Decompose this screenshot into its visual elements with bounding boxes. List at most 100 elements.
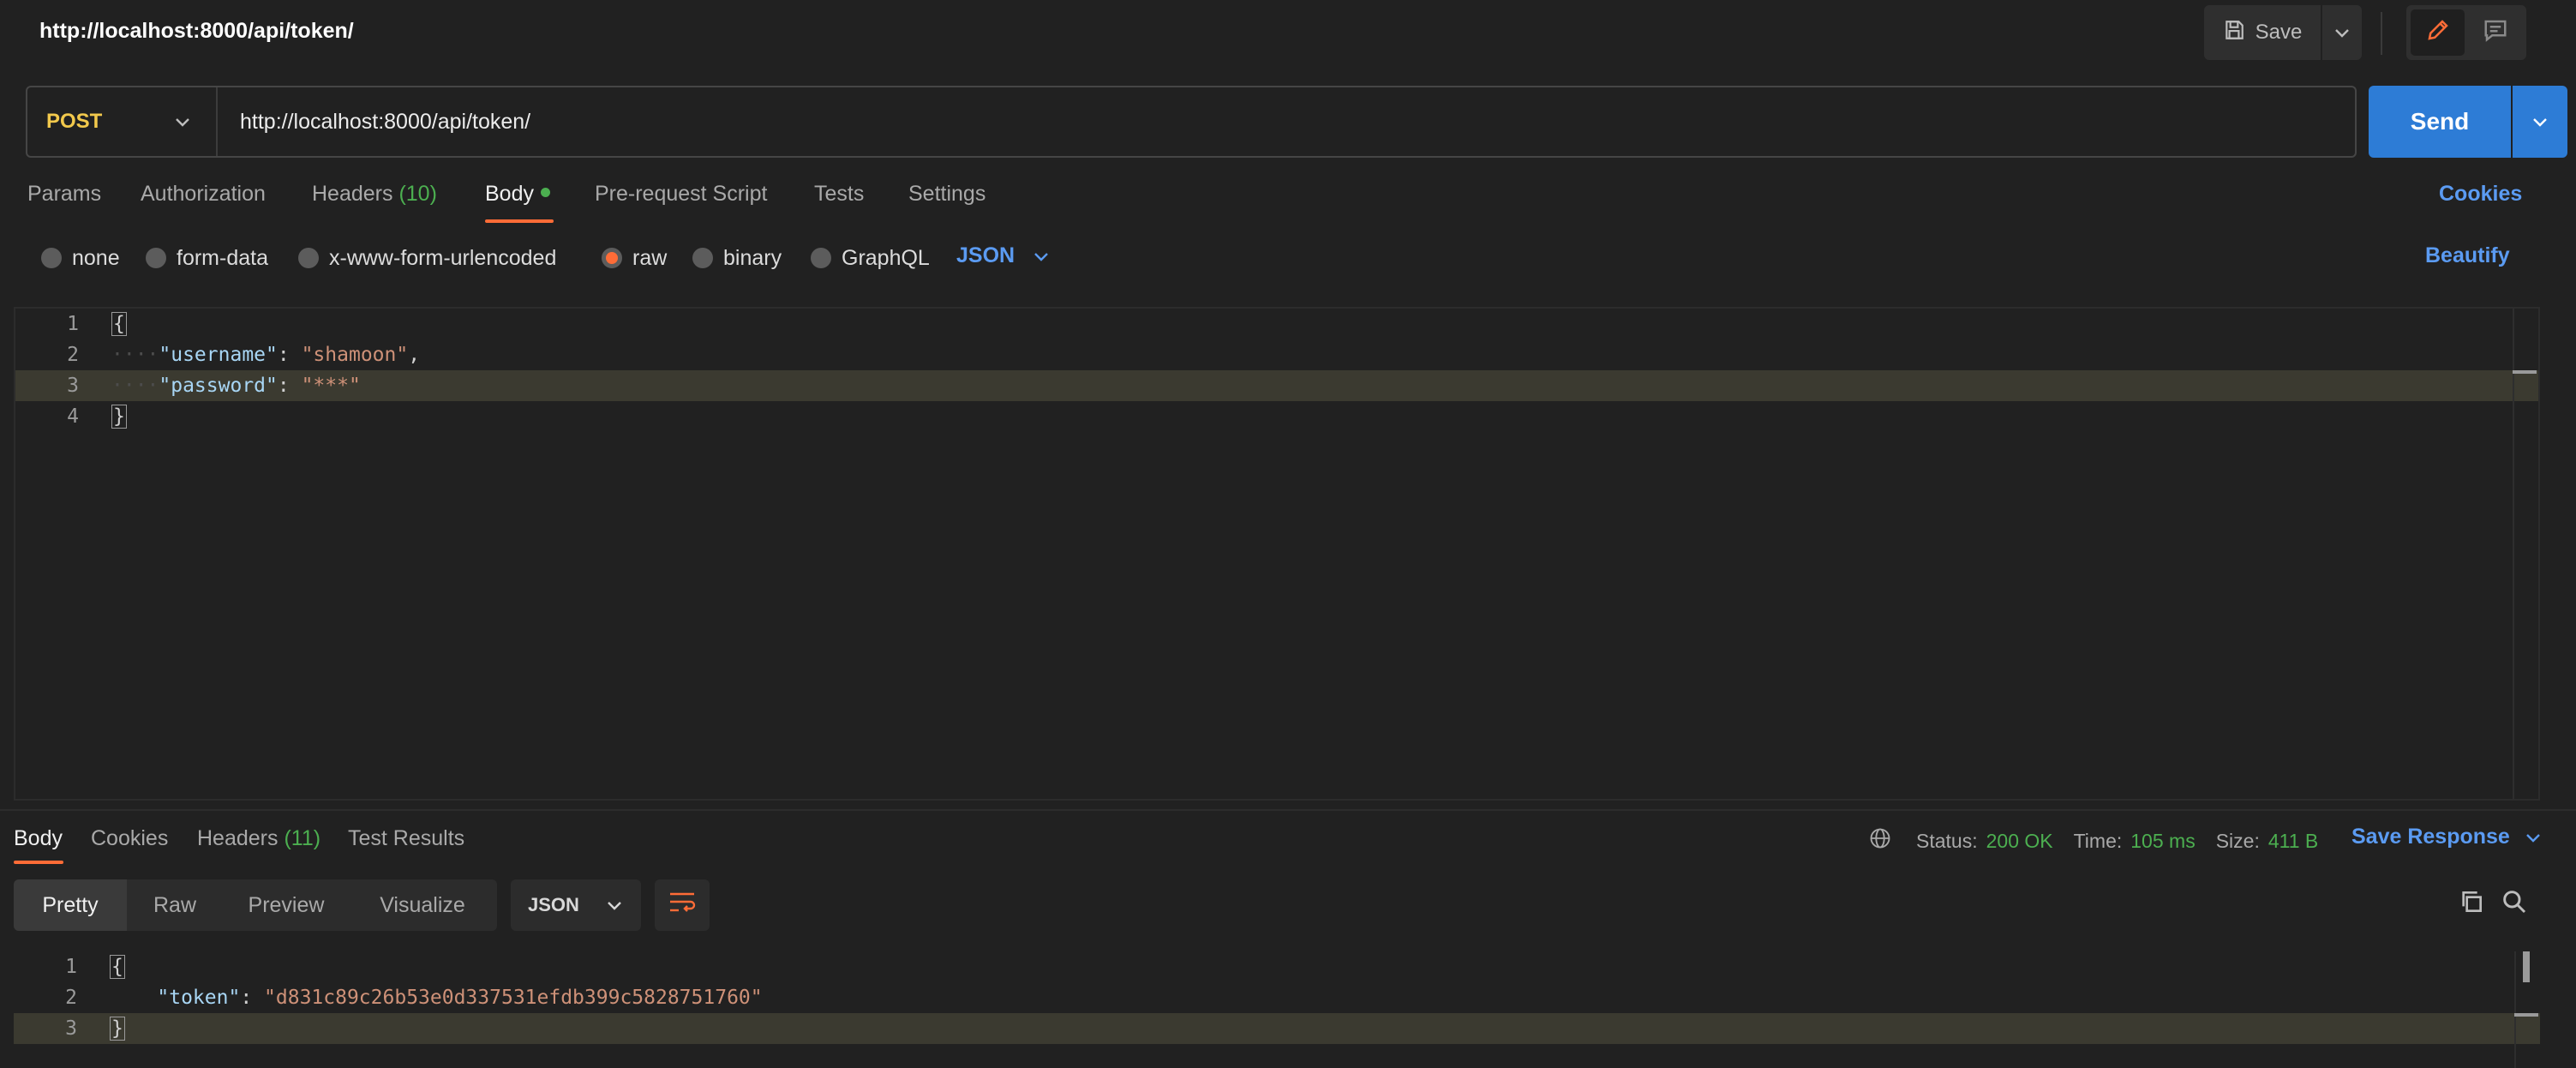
radio-circle — [146, 248, 166, 268]
response-view-toggle: Pretty Raw Preview Visualize — [14, 879, 497, 931]
radio-label: binary — [723, 245, 782, 270]
code-line: 4 } — [15, 401, 2538, 432]
line-number: 3 — [65, 1017, 77, 1040]
response-tab-body[interactable]: Body — [14, 826, 63, 851]
size-label: Size: — [2215, 829, 2260, 852]
send-group: Send — [2369, 86, 2567, 158]
tab-prerequest-script[interactable]: Pre-request Script — [595, 182, 767, 207]
radio-none[interactable]: none — [41, 243, 120, 273]
comment-icon — [2483, 17, 2508, 49]
save-button[interactable]: Save — [2204, 5, 2321, 60]
view-raw-button[interactable]: Raw — [127, 879, 223, 931]
chevron-down-icon — [2525, 825, 2541, 849]
tab-headers[interactable]: Headers (10) — [312, 182, 437, 207]
request-body-editor[interactable]: 1 { 2 ····"username": "shamoon", 3 ····"… — [14, 307, 2540, 801]
view-pretty-button[interactable]: Pretty — [14, 879, 127, 931]
radio-urlencoded[interactable]: x-www-form-urlencoded — [298, 243, 556, 273]
save-response-button[interactable]: Save Response — [2351, 825, 2541, 849]
code-line: 2 "token": "d831c89c26b53e0d337531efdb39… — [14, 982, 2540, 1013]
cookies-link[interactable]: Cookies — [2439, 182, 2522, 207]
status-value[interactable]: 200 OK — [1986, 830, 2053, 853]
pencil-icon — [2425, 17, 2451, 49]
radio-binary[interactable]: binary — [692, 243, 782, 273]
method-label: POST — [46, 110, 103, 133]
time-value[interactable]: 105 ms — [2130, 830, 2195, 853]
response-divider[interactable] — [0, 809, 2576, 811]
radio-raw[interactable]: raw — [602, 243, 667, 273]
tab-headers-label: Headers — [312, 182, 393, 206]
radio-circle-selected — [602, 248, 622, 268]
radio-form-data[interactable]: form-data — [146, 243, 268, 273]
line-number: 3 — [67, 375, 79, 397]
save-label: Save — [2255, 21, 2303, 44]
tab-authorization[interactable]: Authorization — [141, 182, 266, 207]
chevron-down-icon — [1033, 243, 1049, 268]
response-tab-headers-label: Headers — [197, 826, 279, 850]
tab-settings[interactable]: Settings — [908, 182, 985, 207]
mode-toggle — [2406, 5, 2526, 60]
view-preview-button[interactable]: Preview — [223, 879, 350, 931]
url-bar: POST http://localhost:8000/api/token/ — [26, 86, 2357, 158]
save-response-label: Save Response — [2351, 825, 2510, 849]
view-visualize-button[interactable]: Visualize — [350, 879, 495, 931]
response-meta: Status: 200 OK Time: 105 ms Size: 411 B — [1868, 826, 2318, 855]
radio-label: raw — [632, 245, 668, 270]
tab-tests[interactable]: Tests — [814, 182, 864, 207]
tab-body-label: Body — [485, 182, 534, 206]
json-key: "password" — [159, 375, 278, 397]
tab-params[interactable]: Params — [27, 182, 101, 207]
edit-mode-button[interactable] — [2411, 9, 2465, 56]
radio-circle — [41, 248, 62, 268]
editor-minimap[interactable] — [2513, 309, 2537, 799]
search-icon[interactable] — [2501, 888, 2528, 921]
line-number: 4 — [67, 405, 79, 428]
code-line: 1 { — [15, 309, 2538, 339]
radio-circle — [811, 248, 831, 268]
response-format-select[interactable]: JSON — [511, 879, 641, 931]
radio-label: none — [72, 245, 120, 270]
minimap-cursor-marker — [2513, 370, 2537, 374]
minimap-cursor-marker — [2514, 1013, 2538, 1017]
chevron-down-icon — [2334, 21, 2350, 45]
line-number: 2 — [65, 987, 77, 1009]
comments-mode-button[interactable] — [2468, 9, 2522, 56]
code-line: 1 { — [14, 951, 2540, 982]
code-line-active: 3 ····"password": "***" — [15, 370, 2538, 401]
beautify-button[interactable]: Beautify — [2425, 243, 2510, 268]
send-options-button[interactable] — [2513, 86, 2567, 158]
radio-circle — [298, 248, 319, 268]
chevron-down-icon — [2532, 110, 2548, 134]
wrap-lines-icon — [668, 890, 697, 921]
method-select[interactable]: POST — [27, 87, 218, 156]
active-tab-indicator — [485, 219, 554, 223]
chevron-down-icon — [607, 894, 622, 916]
modified-dot — [540, 188, 550, 197]
close-brace: } — [110, 1017, 125, 1041]
save-options-button[interactable] — [2322, 5, 2362, 60]
body-format-label: JSON — [956, 243, 1015, 267]
open-brace: { — [110, 955, 125, 979]
tab-body[interactable]: Body — [485, 182, 550, 207]
radio-label: form-data — [177, 245, 268, 270]
response-tab-cookies[interactable]: Cookies — [91, 826, 168, 851]
wrap-lines-button[interactable] — [655, 879, 710, 931]
code-line: 2 ····"username": "shamoon", — [15, 339, 2538, 370]
copy-icon[interactable] — [2458, 888, 2485, 921]
size-value[interactable]: 411 B — [2268, 830, 2318, 853]
chevron-down-icon — [175, 110, 190, 134]
request-title: http://localhost:8000/api/token/ — [39, 19, 354, 43]
response-tab-headers[interactable]: Headers (11) — [197, 826, 321, 851]
send-button[interactable]: Send — [2369, 86, 2511, 158]
radio-circle — [692, 248, 713, 268]
body-format-select[interactable]: JSON — [956, 243, 1049, 268]
radio-graphql[interactable]: GraphQL — [811, 243, 930, 273]
response-tab-test-results[interactable]: Test Results — [348, 826, 464, 851]
globe-icon[interactable] — [1868, 826, 1892, 855]
response-body-viewer[interactable]: 1 { 2 "token": "d831c89c26b53e0d337531ef… — [14, 951, 2540, 1068]
radio-label: GraphQL — [842, 245, 930, 270]
url-input[interactable]: http://localhost:8000/api/token/ — [218, 110, 530, 135]
response-format-label: JSON — [528, 894, 579, 915]
toolbar-divider — [2381, 12, 2382, 55]
line-number: 1 — [67, 313, 79, 335]
status-label: Status: — [1916, 829, 1978, 852]
